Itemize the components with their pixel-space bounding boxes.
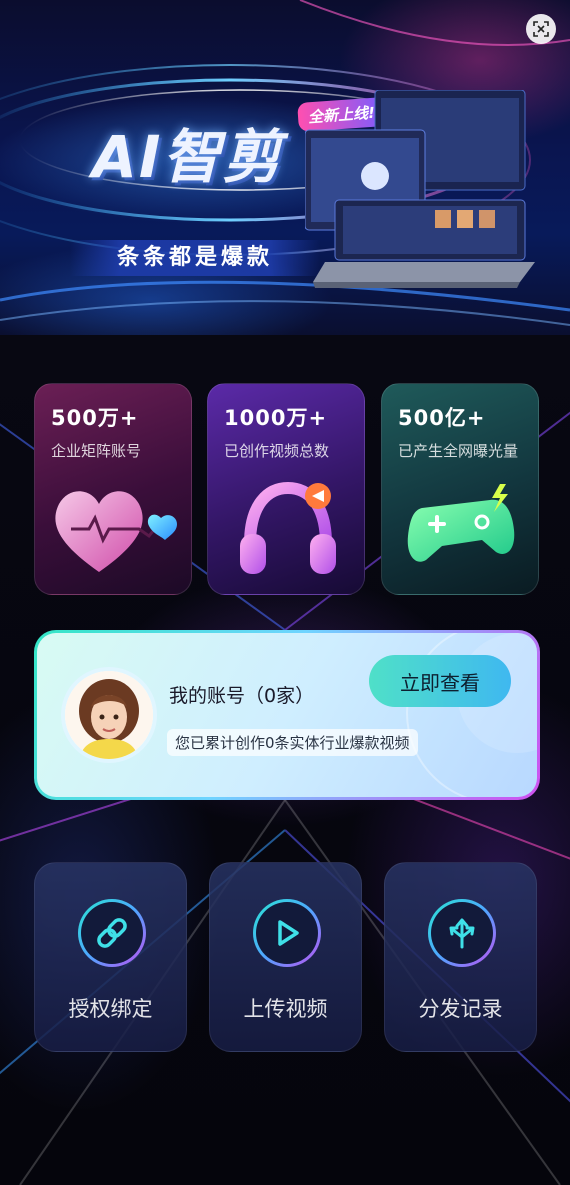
stat-card-videos: 1000万+ 已创作视频总数 xyxy=(207,383,365,595)
distribute-arrows-icon xyxy=(449,918,475,949)
account-card-body: 我的账号（0家） 立即查看 您已累计创作0条实体行业爆款视频 xyxy=(37,633,537,797)
promo-banner[interactable]: AI智剪 全新上线! 条条都是爆款 xyxy=(0,0,570,335)
avatar xyxy=(61,667,157,763)
authorize-bind-button[interactable]: 授权绑定 xyxy=(34,862,187,1052)
view-now-button[interactable]: 立即查看 xyxy=(369,655,511,707)
distribution-records-button[interactable]: 分发记录 xyxy=(384,862,537,1052)
close-icon[interactable] xyxy=(526,14,556,44)
headphones-play-icon xyxy=(240,481,336,574)
play-icon-ring xyxy=(253,899,321,967)
stat-value: 500万+ xyxy=(51,406,139,430)
action-label: 授权绑定 xyxy=(68,997,153,1021)
banner-subtitle: 条条都是爆款 xyxy=(70,240,320,276)
stat-label: 已产生全网曝光量 xyxy=(398,442,519,460)
scan-close-icon xyxy=(533,21,549,37)
upload-video-button[interactable]: 上传视频 xyxy=(209,862,362,1052)
user-avatar-icon xyxy=(65,671,153,759)
stat-label: 已创作视频总数 xyxy=(224,442,330,460)
app-page: AI智剪 全新上线! 条条都是爆款 500万+ 企业矩阵账号 1000万+ 已创… xyxy=(0,0,570,1185)
laptop-illustration xyxy=(305,90,535,288)
action-label: 分发记录 xyxy=(418,997,503,1021)
banner-title: AI智剪 xyxy=(92,123,283,191)
account-name: 我的账号（0家） xyxy=(169,685,315,707)
my-account-card[interactable]: 我的账号（0家） 立即查看 您已累计创作0条实体行业爆款视频 xyxy=(34,630,540,800)
account-description: 您已累计创作0条实体行业爆款视频 xyxy=(167,729,418,756)
stat-label: 企业矩阵账号 xyxy=(51,442,142,460)
distribute-icon-ring xyxy=(428,899,496,967)
action-label: 上传视频 xyxy=(243,997,328,1021)
stat-value: 1000万+ xyxy=(224,406,328,430)
gamepad-icon xyxy=(407,484,515,562)
play-icon xyxy=(278,920,299,946)
link-icon xyxy=(97,918,127,948)
stat-value: 500亿+ xyxy=(398,406,486,430)
heart-pulse-icon xyxy=(55,491,177,572)
link-icon-ring xyxy=(78,899,146,967)
stat-card-accounts: 500万+ 企业矩阵账号 xyxy=(34,383,192,595)
stat-card-exposure: 500亿+ 已产生全网曝光量 xyxy=(381,383,539,595)
